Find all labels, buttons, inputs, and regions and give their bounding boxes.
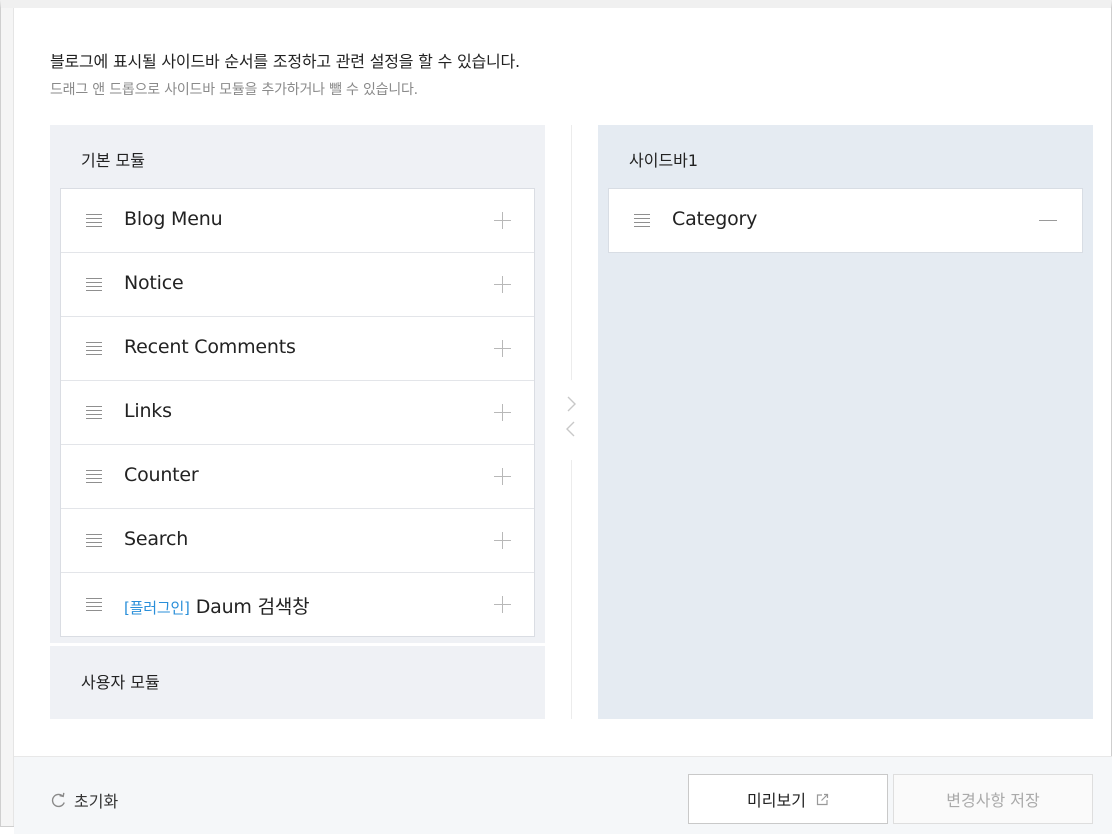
module-label: Recent Comments bbox=[124, 336, 296, 358]
module-item-daum-search[interactable]: [플러그인] Daum 검색창 bbox=[61, 573, 534, 636]
sidebar1-title: 사이드바1 bbox=[629, 151, 699, 170]
chevron-right-icon bbox=[567, 396, 576, 412]
add-plus-icon[interactable] bbox=[494, 596, 511, 613]
module-label: Blog Menu bbox=[124, 208, 223, 230]
left-edge-strip bbox=[1, 8, 14, 826]
drag-handle-icon[interactable] bbox=[86, 278, 102, 291]
drag-handle-icon[interactable] bbox=[86, 598, 102, 611]
add-plus-icon[interactable] bbox=[494, 532, 511, 549]
add-plus-icon[interactable] bbox=[494, 212, 511, 229]
reset-label: 초기화 bbox=[74, 792, 119, 811]
chevron-left-icon bbox=[566, 421, 575, 437]
footer-bar: 초기화 미리보기 변경사항 저장 bbox=[14, 756, 1112, 834]
module-item-counter[interactable]: Counter bbox=[61, 445, 534, 509]
module-label-text: Daum 검색창 bbox=[195, 596, 310, 618]
sidebar-item-category[interactable]: Category bbox=[609, 189, 1082, 252]
column-divider bbox=[571, 125, 572, 380]
sidebar1-list: Category bbox=[608, 188, 1083, 253]
module-label: Counter bbox=[124, 464, 199, 486]
module-item-links[interactable]: Links bbox=[61, 381, 534, 445]
module-item-search[interactable]: Search bbox=[61, 509, 534, 573]
module-item-notice[interactable]: Notice bbox=[61, 253, 534, 317]
plugin-tag: [플러그인] bbox=[124, 599, 190, 617]
remove-minus-icon[interactable] bbox=[1039, 220, 1057, 221]
user-modules-panel[interactable]: 사용자 모듈 bbox=[50, 646, 545, 719]
drag-handle-icon[interactable] bbox=[86, 406, 102, 419]
basic-modules-title: 기본 모듈 bbox=[81, 151, 145, 170]
add-plus-icon[interactable] bbox=[494, 468, 511, 485]
sidebar1-panel[interactable]: 사이드바1 Category bbox=[598, 125, 1093, 719]
module-label: [플러그인] Daum 검색창 bbox=[124, 592, 310, 619]
column-divider bbox=[571, 460, 572, 719]
drag-handle-icon[interactable] bbox=[86, 342, 102, 355]
drag-handle-icon[interactable] bbox=[634, 214, 650, 227]
refresh-icon bbox=[51, 792, 65, 807]
module-item-blog-menu[interactable]: Blog Menu bbox=[61, 189, 534, 253]
drag-handle-icon[interactable] bbox=[86, 534, 102, 547]
module-item-recent-comments[interactable]: Recent Comments bbox=[61, 317, 534, 381]
module-label: Notice bbox=[124, 272, 184, 294]
basic-modules-panel: 기본 모듈 Blog Menu Notice Recent Comments L… bbox=[50, 125, 545, 643]
module-label: Links bbox=[124, 400, 172, 422]
module-label: Search bbox=[124, 528, 189, 550]
add-plus-icon[interactable] bbox=[494, 340, 511, 357]
description-secondary: 드래그 앤 드롭으로 사이드바 모듈을 추가하거나 뺄 수 있습니다. bbox=[50, 82, 418, 98]
user-modules-title: 사용자 모듈 bbox=[81, 673, 160, 692]
save-changes-button[interactable]: 변경사항 저장 bbox=[893, 774, 1093, 824]
preview-label: 미리보기 bbox=[747, 791, 806, 810]
add-plus-icon[interactable] bbox=[494, 404, 511, 421]
add-plus-icon[interactable] bbox=[494, 276, 511, 293]
description-primary: 블로그에 표시될 사이드바 순서를 조정하고 관련 설정을 할 수 있습니다. bbox=[50, 52, 520, 71]
external-link-icon bbox=[816, 793, 829, 805]
basic-modules-list: Blog Menu Notice Recent Comments Links C bbox=[60, 188, 535, 637]
module-label: Category bbox=[672, 208, 758, 230]
drag-handle-icon[interactable] bbox=[86, 214, 102, 227]
preview-button[interactable]: 미리보기 bbox=[688, 774, 888, 824]
reset-button[interactable]: 초기화 bbox=[50, 788, 118, 812]
sidebar-settings-window: 블로그에 표시될 사이드바 순서를 조정하고 관련 설정을 할 수 있습니다. … bbox=[0, 0, 1112, 834]
drag-handle-icon[interactable] bbox=[86, 470, 102, 483]
